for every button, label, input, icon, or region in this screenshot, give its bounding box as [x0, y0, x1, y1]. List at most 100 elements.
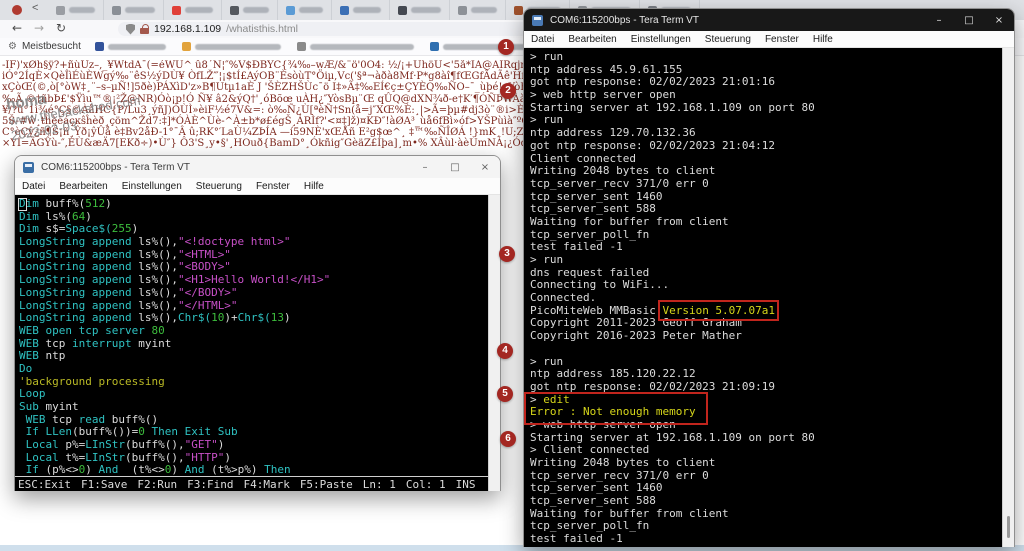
- status-item: Col: 1: [406, 478, 446, 491]
- code-line-token: [19, 425, 26, 438]
- console-line-token: dns request failed: [530, 266, 649, 279]
- forward-icon[interactable]: →: [34, 21, 44, 35]
- code-line-token: ls%(: [39, 210, 72, 223]
- maximize-button[interactable]: □: [954, 15, 984, 26]
- code-line-token: Loop: [19, 387, 46, 400]
- bookmark-item[interactable]: [95, 42, 166, 51]
- window-titlebar[interactable]: COM6:115200bps - Tera Term VT – □ ×: [524, 9, 1014, 31]
- code-line-token: Then Exit Sub: [151, 425, 237, 438]
- menu-item-einstellungen[interactable]: Einstellungen: [624, 34, 698, 45]
- back-icon[interactable]: ←: [12, 21, 22, 35]
- console-line: Starting server at 192.168.1.109 on port…: [530, 102, 1001, 115]
- status-item: F2:Run: [137, 478, 177, 491]
- maximize-button[interactable]: □: [440, 162, 470, 173]
- browser-tab[interactable]: [278, 0, 332, 20]
- close-button[interactable]: ×: [470, 162, 500, 173]
- menu-item-datei[interactable]: Datei: [524, 34, 561, 45]
- code-line-token: Dim: [19, 210, 39, 223]
- code-line-token: p%=: [59, 438, 86, 451]
- code-line-token: And: [99, 463, 119, 476]
- scrollbar-thumb[interactable]: [1007, 516, 1010, 538]
- code-line-token: 512: [85, 197, 105, 210]
- annotation-circle-3: 3: [499, 246, 515, 262]
- bookmark-item[interactable]: [297, 42, 414, 51]
- minimize-button[interactable]: –: [924, 15, 954, 26]
- bookmark-label: [310, 44, 414, 50]
- bookmark-label: [443, 44, 527, 50]
- console-line-token: Writing 2048 bytes to client: [530, 456, 715, 469]
- console-line-token: test failed -1: [530, 240, 623, 253]
- tab-favicon: [458, 6, 467, 15]
- menu-item-bearbeiten[interactable]: Bearbeiten: [561, 34, 623, 45]
- lock-icon[interactable]: [140, 24, 149, 35]
- tab-scroll-left-icon[interactable]: <: [32, 2, 38, 14]
- address-bar[interactable]: 192.168.1.109/whatisthis.html: [118, 22, 534, 36]
- bookmark-item[interactable]: [182, 42, 281, 51]
- browser-tab[interactable]: [222, 0, 278, 20]
- menu-item-fenster[interactable]: Fenster: [758, 34, 806, 45]
- code-line-token: tcp: [46, 413, 79, 426]
- bookmarks-folder-label[interactable]: Meistbesucht: [22, 41, 81, 52]
- code-line-token: Dim: [19, 222, 39, 235]
- menu-item-hilfe[interactable]: Hilfe: [806, 34, 840, 45]
- close-button[interactable]: ×: [984, 15, 1014, 26]
- reload-icon[interactable]: ↻: [56, 21, 66, 35]
- code-line-token: s$=: [39, 222, 66, 235]
- menu-item-hilfe[interactable]: Hilfe: [297, 181, 331, 192]
- code-line-token: LInStr: [85, 438, 125, 451]
- console-line-token: got ntp response: 02/02/2023 21:01:16: [530, 75, 775, 88]
- code-line-token: LongString append: [19, 311, 132, 324]
- bookmark-favicon: [95, 42, 104, 51]
- code-line-token: t%=: [59, 451, 86, 464]
- code-line-token: "</BODY>": [178, 286, 238, 299]
- console-content[interactable]: > runntp address 45.9.61.155got ntp resp…: [524, 48, 1014, 547]
- menu-item-datei[interactable]: Datei: [15, 181, 52, 192]
- console-line-token: Client connected: [530, 152, 636, 165]
- tracking-shield-icon[interactable]: [126, 24, 135, 35]
- code-line: WEB tcp interrupt myint: [19, 338, 488, 351]
- code-line-token: (buff%())=: [72, 425, 138, 438]
- console-line-token: got ntp response: 02/02/2023 21:04:12: [530, 139, 775, 152]
- console-line-token: > Client connected: [530, 443, 649, 456]
- editor-content[interactable]: Dim buff%(512)Dim ls%(64)Dim s$=Space$(2…: [15, 195, 500, 491]
- gear-icon[interactable]: ⚙: [8, 41, 17, 52]
- code-line-token: buff%(: [39, 197, 85, 210]
- code-line-token: Then: [264, 463, 291, 476]
- menu-item-steuerung[interactable]: Steuerung: [698, 34, 758, 45]
- tab-favicon: [340, 6, 349, 15]
- code-line-token: "<!doctype html>": [178, 235, 291, 248]
- browser-tab[interactable]: [332, 0, 390, 20]
- browser-tab[interactable]: [164, 0, 222, 20]
- browser-tab[interactable]: [450, 0, 506, 20]
- scrollbar[interactable]: [488, 195, 500, 491]
- code-line-token: ls%(),: [132, 273, 178, 286]
- browser-tab[interactable]: [390, 0, 450, 20]
- code-line-token: "<HTML>": [178, 248, 231, 261]
- menu-item-fenster[interactable]: Fenster: [249, 181, 297, 192]
- console-line-token: tcp_server_sent 1460: [530, 481, 662, 494]
- browser-tab[interactable]: [104, 0, 164, 20]
- tab-label: [243, 7, 269, 13]
- browser-tab[interactable]: [48, 0, 104, 20]
- code-line-token: )+: [224, 311, 237, 324]
- browser-logo-dot[interactable]: [12, 5, 22, 15]
- minimize-button[interactable]: –: [410, 162, 440, 173]
- console-line-token: Connecting to WiFi...: [530, 278, 669, 291]
- annotation-circle-4: 4: [497, 343, 513, 359]
- window-titlebar[interactable]: COM6:115200bps - Tera Term VT – □ ×: [15, 156, 500, 178]
- code-line: Loop: [19, 388, 488, 401]
- code-line-token: If: [26, 463, 39, 476]
- code-line-token: myint: [39, 400, 79, 413]
- code-line-token: ls%(),: [132, 248, 178, 261]
- tab-label: [69, 7, 95, 13]
- menu-item-bearbeiten[interactable]: Bearbeiten: [52, 181, 114, 192]
- code-line-token: buff%(): [105, 413, 158, 426]
- bookmark-favicon: [297, 42, 306, 51]
- menu-item-steuerung[interactable]: Steuerung: [189, 181, 249, 192]
- menu-item-einstellungen[interactable]: Einstellungen: [115, 181, 189, 192]
- console-line-token: Waiting for buffer from client: [530, 507, 729, 520]
- console-line-token: tcp_server_sent 588: [530, 202, 656, 215]
- scrollbar[interactable]: [1002, 48, 1014, 547]
- tab-label: [471, 7, 497, 13]
- window-controls: – □ ×: [924, 15, 1014, 26]
